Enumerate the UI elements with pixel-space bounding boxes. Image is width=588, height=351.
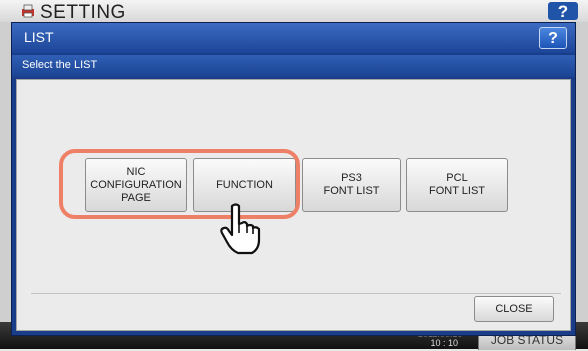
dialog-header: LIST ? [12,23,575,53]
clock-time: 10 : 10 [430,338,458,348]
instruction-text: Select the LIST [22,59,98,71]
background-help-button[interactable]: ? [548,2,578,21]
dialog-title: LIST [24,29,54,45]
background-side-right [576,22,588,322]
dialog-help-button[interactable]: ? [539,27,567,49]
ps3-font-list-button[interactable]: PS3 FONT LIST [302,158,401,212]
instruction-bar: Select the LIST [12,55,575,77]
pcl-font-list-button[interactable]: PCL FONT LIST [406,158,508,212]
close-button[interactable]: CLOSE [474,296,554,322]
background-title: SETTING [40,2,126,23]
printer-icon [22,4,34,18]
pointing-hand-icon [220,203,261,255]
divider [31,293,561,294]
